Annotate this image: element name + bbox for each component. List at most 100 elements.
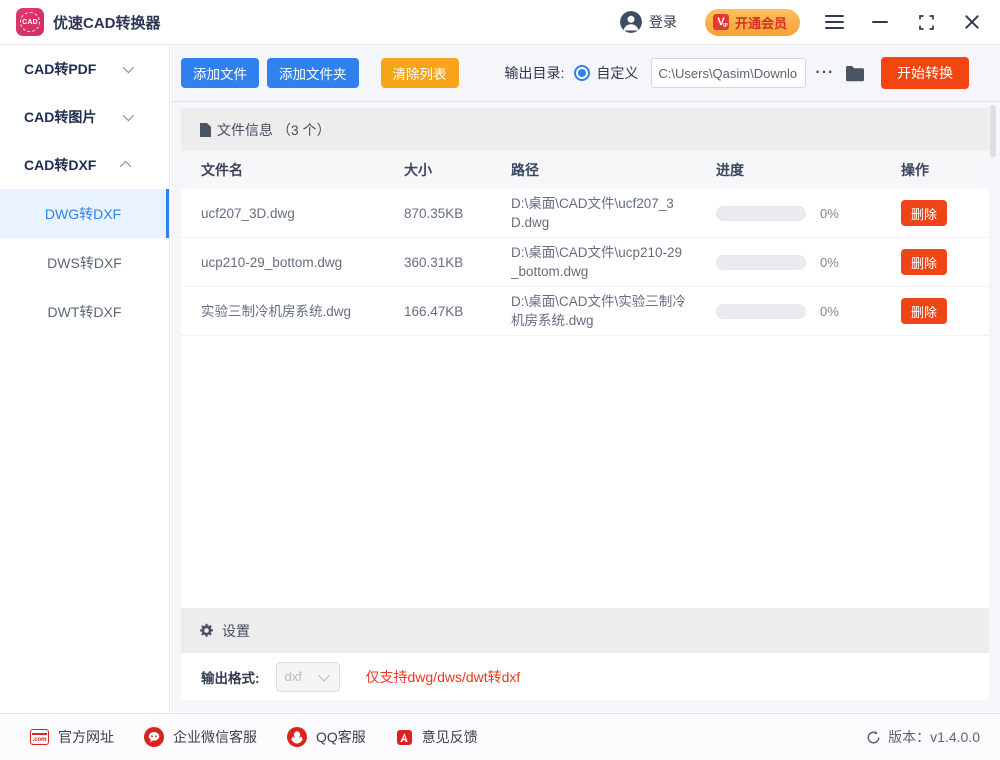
output-format-label: 输出格式: xyxy=(201,667,260,687)
progress-bar xyxy=(716,206,806,221)
format-hint: 仅支持dwg/dws/dwt转dxf xyxy=(366,667,521,687)
file-name: ucp210-29_bottom.dwg xyxy=(201,253,342,272)
close-icon xyxy=(964,14,980,30)
settings-header: 设置 xyxy=(181,608,989,653)
progress-percent: 0% xyxy=(820,302,839,321)
sidebar-group-cad-to-dxf[interactable]: CAD转DXF xyxy=(0,141,169,189)
chevron-down-icon xyxy=(123,62,134,73)
file-size: 870.35KB xyxy=(384,189,491,237)
official-site-link[interactable]: .com 官方网址 xyxy=(30,727,114,747)
sidebar-item-label: DWG转DXF xyxy=(45,204,121,224)
website-icon: .com xyxy=(30,729,49,745)
add-folder-button[interactable]: 添加文件夹 xyxy=(267,58,359,88)
delete-button[interactable]: 删除 xyxy=(901,200,947,226)
sidebar-item-dwt-to-dxf[interactable]: DWT转DXF xyxy=(0,287,169,336)
start-convert-button[interactable]: 开始转换 xyxy=(881,57,969,89)
document-icon xyxy=(199,123,211,137)
sidebar-item-dws-to-dxf[interactable]: DWS转DXF xyxy=(0,238,169,287)
app-title: 优速CAD转换器 xyxy=(53,12,161,33)
radio-dot xyxy=(578,69,586,77)
chevron-down-icon xyxy=(318,670,329,681)
file-path: D:\桌面\CAD文件\实验三制冷机房系统.dwg xyxy=(511,292,686,330)
file-path: D:\桌面\CAD文件\ucp210-29_bottom.dwg xyxy=(511,243,686,281)
vip-label: 开通会员 xyxy=(735,13,787,32)
sidebar: CAD转PDF CAD转图片 CAD转DXF DWG转DXF DWS转DXF D… xyxy=(0,45,170,712)
format-select[interactable]: dxf xyxy=(276,662,340,692)
login-button[interactable]: 登录 xyxy=(620,11,677,33)
progress-percent: 0% xyxy=(820,204,839,223)
titlebar-actions: 登录 VIP 开通会员 xyxy=(620,9,982,36)
vip-icon: VIP xyxy=(713,14,729,30)
output-path-input[interactable] xyxy=(651,58,806,88)
file-path: D:\桌面\CAD文件\ucf207_3D.dwg xyxy=(511,194,686,232)
sidebar-group-label: CAD转DXF xyxy=(24,155,96,175)
table-row: ucf207_3D.dwg 870.35KB D:\桌面\CAD文件\ucf20… xyxy=(181,189,989,238)
table-row: 实验三制冷机房系统.dwg 166.47KB D:\桌面\CAD文件\实验三制冷… xyxy=(181,287,989,336)
minimize-icon xyxy=(872,21,888,23)
sidebar-item-label: DWS转DXF xyxy=(47,253,122,273)
minimize-button[interactable] xyxy=(870,12,890,32)
login-label: 登录 xyxy=(649,12,677,32)
sidebar-item-dwg-to-dxf[interactable]: DWG转DXF xyxy=(0,189,169,238)
main-panel: 添加文件 添加文件夹 清除列表 输出目录: 自定义 ··· 开始转换 文件信息 … xyxy=(171,45,1000,712)
footer: .com 官方网址 企业微信客服 QQ客服 意见反馈 版本：v1.4.0.0 xyxy=(0,713,1000,760)
gear-icon xyxy=(199,623,214,638)
version-label: 版本：v1.4.0.0 xyxy=(888,727,980,747)
settings-title: 设置 xyxy=(222,621,250,641)
app-logo-icon: CAD xyxy=(16,8,44,36)
sidebar-group-label: CAD转图片 xyxy=(24,107,96,127)
chevron-down-icon xyxy=(123,110,134,121)
maximize-icon xyxy=(919,15,934,30)
file-list-card: 文件信息 （3 个） 文件名 大小 路径 进度 操作 ucf207_3D.dwg… xyxy=(181,108,989,700)
file-size: 360.31KB xyxy=(384,238,491,286)
window-controls xyxy=(824,12,982,32)
add-file-button[interactable]: 添加文件 xyxy=(181,58,259,88)
wechat-support-link[interactable]: 企业微信客服 xyxy=(144,727,257,747)
file-info-title: 文件信息 （3 个） xyxy=(217,120,331,140)
col-action: 操作 xyxy=(881,151,989,189)
clear-list-button[interactable]: 清除列表 xyxy=(381,58,459,88)
toolbar: 添加文件 添加文件夹 清除列表 输出目录: 自定义 ··· 开始转换 xyxy=(171,45,1000,102)
file-name: ucf207_3D.dwg xyxy=(201,204,295,223)
table-header: 文件名 大小 路径 进度 操作 xyxy=(181,151,989,189)
open-folder-button[interactable] xyxy=(845,65,865,82)
feedback-label: 意见反馈 xyxy=(422,727,478,747)
menu-button[interactable] xyxy=(824,12,844,32)
output-format-row: 输出格式: dxf 仅支持dwg/dws/dwt转dxf xyxy=(181,653,989,700)
file-name: 实验三制冷机房系统.dwg xyxy=(201,302,351,321)
delete-button[interactable]: 删除 xyxy=(901,298,947,324)
scrollbar[interactable] xyxy=(990,103,998,703)
scrollbar-thumb[interactable] xyxy=(990,105,996,157)
user-icon xyxy=(620,11,642,33)
progress-bar xyxy=(716,304,806,319)
wechat-support-label: 企业微信客服 xyxy=(173,727,257,747)
delete-button[interactable]: 删除 xyxy=(901,249,947,275)
vip-button[interactable]: VIP 开通会员 xyxy=(705,9,800,36)
close-button[interactable] xyxy=(962,12,982,32)
chevron-up-icon xyxy=(120,161,131,172)
sidebar-group-cad-to-pdf[interactable]: CAD转PDF xyxy=(0,45,169,93)
format-value: dxf xyxy=(285,669,302,684)
sidebar-item-label: DWT转DXF xyxy=(48,302,122,322)
custom-radio[interactable] xyxy=(574,65,590,81)
refresh-icon xyxy=(866,730,881,745)
custom-radio-label: 自定义 xyxy=(596,63,638,83)
wechat-icon xyxy=(144,727,164,747)
feedback-link[interactable]: 意见反馈 xyxy=(396,727,478,747)
col-path: 路径 xyxy=(491,151,696,189)
progress-bar xyxy=(716,255,806,270)
sidebar-group-cad-to-image[interactable]: CAD转图片 xyxy=(0,93,169,141)
qq-support-link[interactable]: QQ客服 xyxy=(287,727,366,747)
folder-icon xyxy=(845,65,865,82)
hamburger-icon xyxy=(825,15,844,30)
file-info-header: 文件信息 （3 个） xyxy=(181,108,989,151)
official-site-label: 官方网址 xyxy=(58,727,114,747)
file-size: 166.47KB xyxy=(384,287,491,335)
progress-percent: 0% xyxy=(820,253,839,272)
maximize-button[interactable] xyxy=(916,12,936,32)
output-dir-label: 输出目录: xyxy=(505,63,565,83)
browse-more-button[interactable]: ··· xyxy=(815,64,834,82)
version-info: 版本：v1.4.0.0 xyxy=(866,727,980,747)
table-row: ucp210-29_bottom.dwg 360.31KB D:\桌面\CAD文… xyxy=(181,238,989,287)
qq-icon xyxy=(287,727,307,747)
